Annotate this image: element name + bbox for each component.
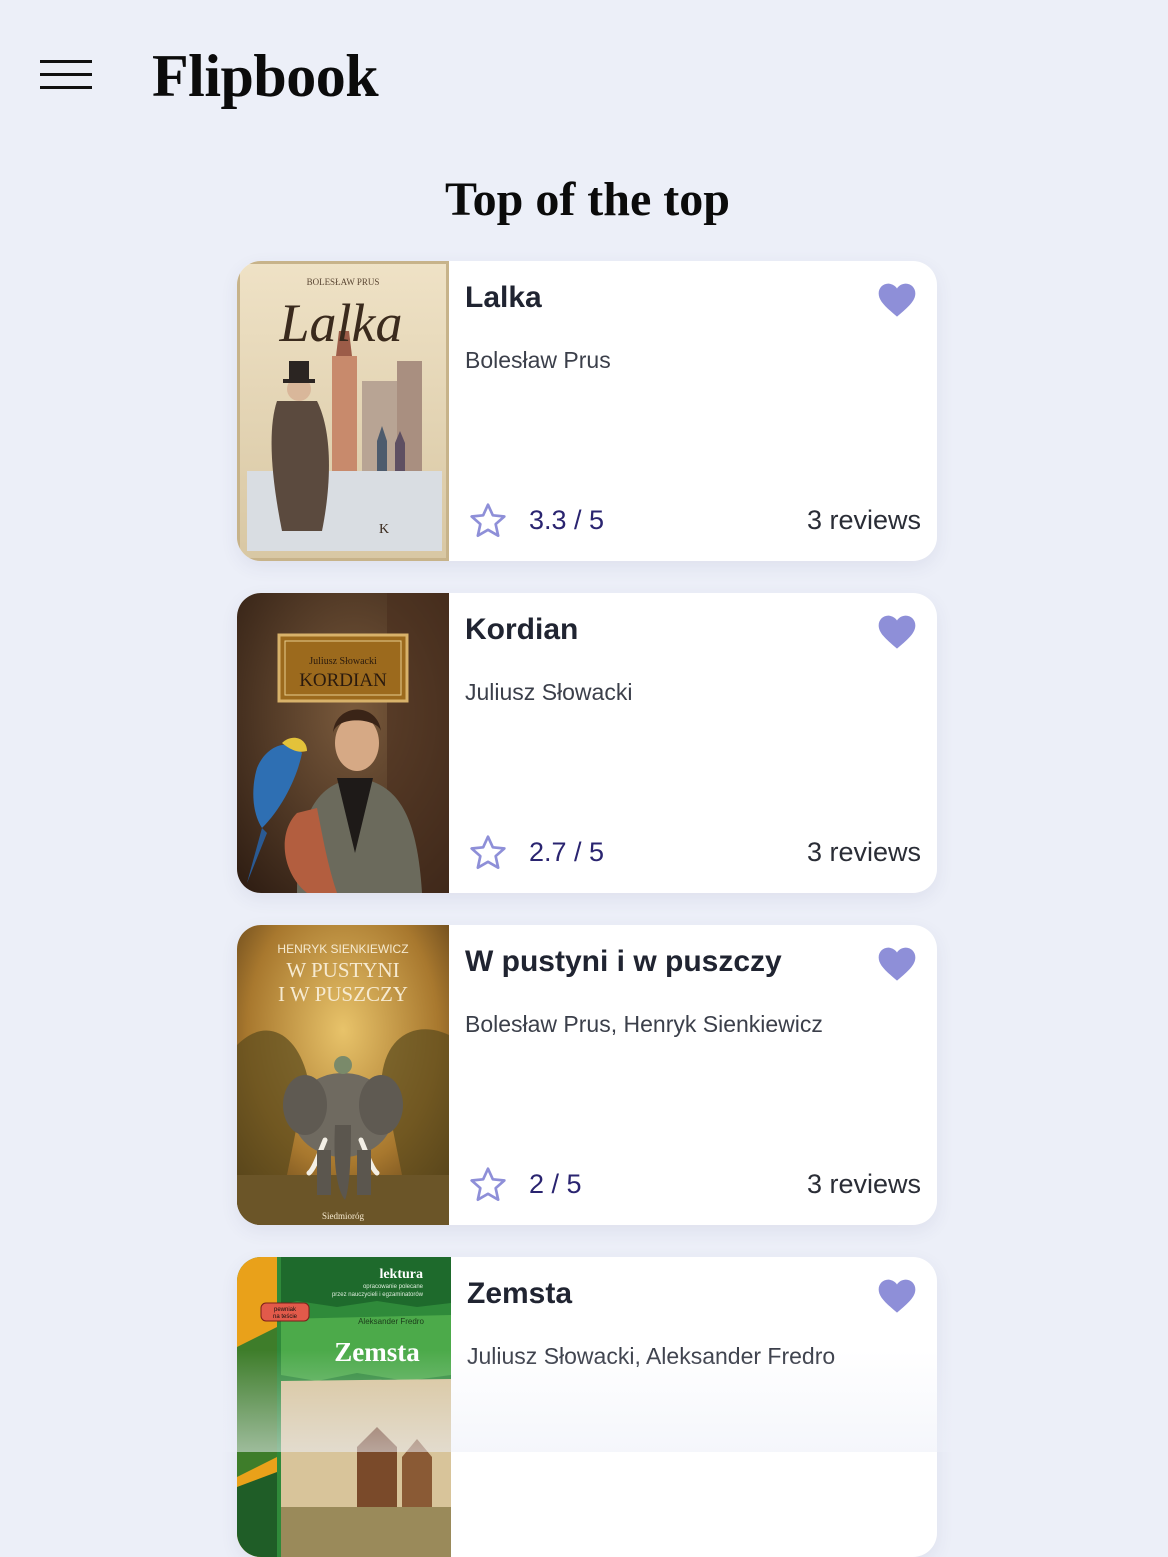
book-cover-image: HENRYK SIENKIEWICZ W PUSTYNI I W PUSZCZY… [237, 925, 449, 1225]
book-authors: Juliusz Słowacki [465, 679, 633, 705]
star-icon [470, 503, 506, 537]
book-title[interactable]: Kordian [465, 613, 578, 647]
book-card[interactable]: pewniak na teście lektura opracowanie po… [237, 1257, 937, 1557]
heart-icon[interactable] [877, 1277, 917, 1315]
book-title[interactable]: Zemsta [467, 1277, 572, 1311]
heart-icon[interactable] [877, 945, 917, 983]
svg-text:Siedmioróg: Siedmioróg [322, 1211, 364, 1221]
heart-icon[interactable] [877, 281, 917, 319]
star-icon [470, 835, 506, 869]
svg-text:I W PUSZCZY: I W PUSZCZY [278, 982, 408, 1006]
rating-value: 3.3 / 5 [529, 505, 605, 535]
svg-text:opracowanie polecane: opracowanie polecane [363, 1284, 424, 1290]
svg-text:Zemsta: Zemsta [334, 1337, 420, 1367]
book-cover-image: pewniak na teście lektura opracowanie po… [237, 1257, 451, 1557]
svg-text:przez nauczycieli i egzaminato: przez nauczycieli i egzaminatorów [332, 1292, 424, 1298]
svg-text:W PUSTYNI: W PUSTYNI [286, 958, 399, 982]
svg-text:K: K [379, 522, 389, 537]
svg-text:pewniak: pewniak [274, 1307, 297, 1313]
book-title[interactable]: W pustyni i w puszczy [465, 945, 782, 979]
star-icon [470, 1167, 506, 1201]
hamburger-menu-icon[interactable] [40, 60, 92, 92]
reviews-count[interactable]: 3 reviews [807, 1169, 921, 1200]
book-card[interactable]: BOLESŁAW PRUS Lalka K Lalka Bolesław Pru… [237, 261, 937, 561]
book-cover-image: Juliusz Słowacki KORDIAN [237, 593, 449, 893]
reviews-count[interactable]: 3 reviews [807, 837, 921, 868]
svg-text:HENRYK SIENKIEWICZ: HENRYK SIENKIEWICZ [277, 942, 408, 956]
book-title[interactable]: Lalka [465, 281, 542, 315]
book-card[interactable]: Juliusz Słowacki KORDIAN Kordian Juliusz… [237, 593, 937, 893]
svg-text:Juliusz Słowacki: Juliusz Słowacki [309, 656, 377, 667]
svg-text:lektura: lektura [379, 1267, 423, 1282]
book-card[interactable]: HENRYK SIENKIEWICZ W PUSTYNI I W PUSZCZY… [237, 925, 937, 1225]
svg-text:BOLESŁAW PRUS: BOLESŁAW PRUS [307, 277, 380, 287]
heart-icon[interactable] [877, 613, 917, 651]
app-brand[interactable]: Flipbook [152, 42, 379, 111]
book-cover-image: BOLESŁAW PRUS Lalka K [237, 261, 449, 561]
svg-text:Aleksander Fredro: Aleksander Fredro [358, 1317, 424, 1326]
svg-text:na teście: na teście [273, 1314, 298, 1320]
svg-text:KORDIAN: KORDIAN [299, 670, 387, 691]
rating-value: 2.7 / 5 [529, 837, 605, 867]
app-header: Flipbook [0, 0, 1168, 150]
book-authors: Juliusz Słowacki, Aleksander Fredro [467, 1343, 836, 1369]
book-authors: Bolesław Prus [465, 347, 611, 373]
rating-value: 2 / 5 [529, 1169, 582, 1199]
reviews-count[interactable]: 3 reviews [807, 505, 921, 536]
svg-text:Lalka: Lalka [278, 293, 402, 353]
book-authors: Bolesław Prus, Henryk Sienkiewicz [465, 1011, 823, 1037]
section-title: Top of the top [445, 173, 730, 226]
